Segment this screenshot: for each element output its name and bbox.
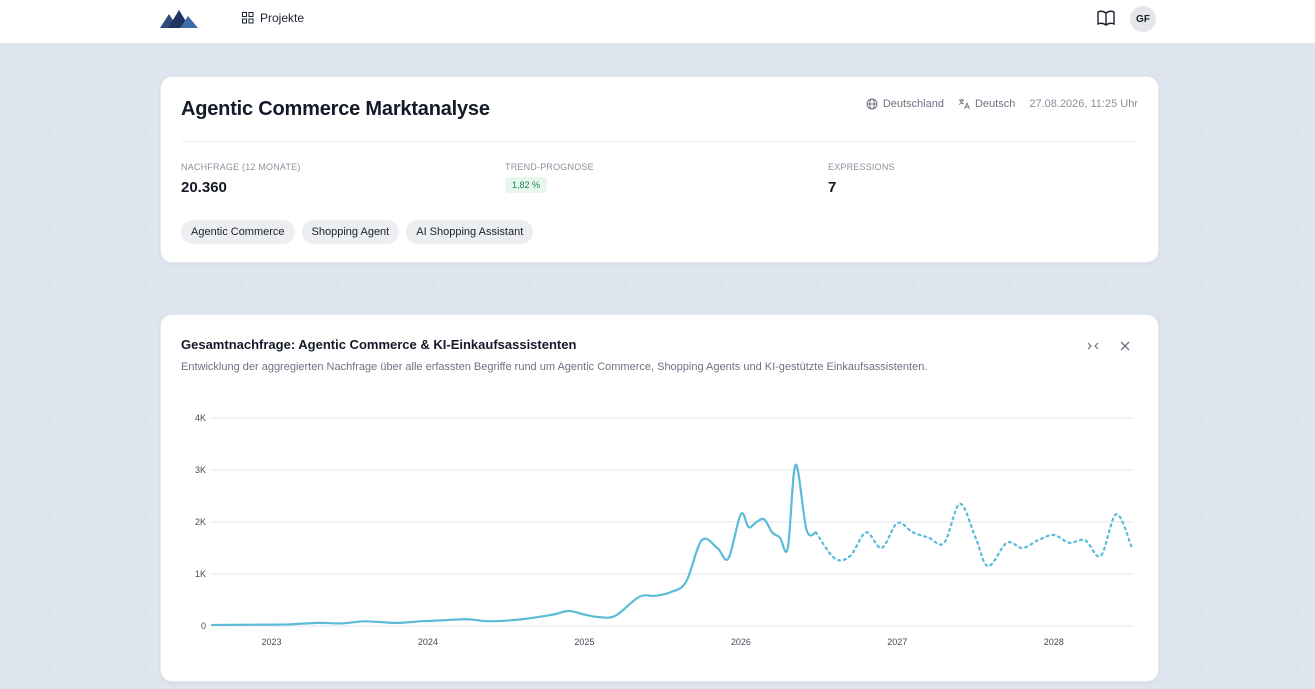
y-tick-label: 0 xyxy=(201,621,206,631)
background-plus-mark xyxy=(1292,664,1301,673)
background-plus-mark xyxy=(44,608,53,617)
background-plus-mark xyxy=(1196,664,1205,673)
y-tick-label: 2K xyxy=(195,517,206,527)
background-plus-mark xyxy=(1196,224,1205,233)
background-plus-mark xyxy=(524,280,533,289)
y-tick-label: 1K xyxy=(195,569,206,579)
background-plus-mark xyxy=(1292,280,1301,289)
background-plus-mark xyxy=(1196,512,1205,521)
background-plus-mark xyxy=(1196,280,1205,289)
close-icon xyxy=(1120,341,1130,351)
tag-shopping-agent[interactable]: Shopping Agent xyxy=(301,220,400,244)
actual-series-line xyxy=(210,463,818,627)
background-plus-mark xyxy=(1196,608,1205,617)
translate-icon xyxy=(958,99,970,110)
close-button[interactable] xyxy=(1118,339,1132,353)
background-plus-mark xyxy=(1292,512,1301,521)
background-plus-mark xyxy=(140,224,149,233)
background-plus-mark xyxy=(812,280,821,289)
user-avatar[interactable]: GF xyxy=(1130,6,1156,32)
background-plus-mark xyxy=(1004,280,1013,289)
stat-demand: NACHFRAGE (12 MONATE) 20.360 xyxy=(181,162,301,196)
x-tick-label: 2026 xyxy=(731,637,751,647)
stat-expressions-label: EXPRESSIONS xyxy=(828,162,895,172)
book-icon[interactable] xyxy=(1097,10,1115,26)
background-plus-mark xyxy=(140,608,149,617)
x-tick-label: 2027 xyxy=(887,637,907,647)
chart-title: Gesamtnachfrage: Agentic Commerce & KI-E… xyxy=(181,337,577,352)
chart-subtitle: Entwicklung der aggregierten Nachfrage ü… xyxy=(181,361,928,373)
trend-badge: 1,82 % xyxy=(505,177,548,193)
tag-ai-shopping-assistant[interactable]: AI Shopping Assistant xyxy=(406,220,534,244)
background-plus-mark xyxy=(140,416,149,425)
x-tick-label: 2028 xyxy=(1044,637,1064,647)
project-date: 27.08.2026, 11:25 Uhr xyxy=(1029,98,1138,110)
keyword-tags: Agentic Commerce Shopping Agent AI Shopp… xyxy=(181,220,534,244)
country-label: Deutschland xyxy=(882,98,944,110)
nav-projects-link[interactable]: Projekte xyxy=(242,11,304,25)
y-tick-label: 4K xyxy=(195,413,206,423)
collapse-button[interactable] xyxy=(1086,339,1100,353)
demand-chart-card: Gesamtnachfrage: Agentic Commerce & KI-E… xyxy=(160,314,1159,682)
grid-icon xyxy=(242,12,254,24)
background-plus-mark xyxy=(44,512,53,521)
forecast-series-line xyxy=(814,502,1134,568)
project-summary-card: Agentic Commerce Marktanalyse Deutschlan… xyxy=(160,76,1159,263)
nav-projects-label: Projekte xyxy=(260,11,305,25)
stat-trend: TREND-PROGNOSE 1,82 % xyxy=(505,162,594,193)
language-label: Deutsch xyxy=(974,98,1016,110)
language-meta: Deutsch xyxy=(958,98,1015,110)
background-plus-mark xyxy=(1292,608,1301,617)
background-plus-mark xyxy=(44,664,53,673)
x-tick-label: 2024 xyxy=(418,637,438,647)
stat-demand-label: NACHFRAGE (12 MONATE) xyxy=(181,162,301,172)
project-meta: Deutschland Deutsch 27.08.2026, 11:25 Uh… xyxy=(866,98,1138,110)
background-plus-mark xyxy=(44,224,53,233)
background-plus-mark xyxy=(428,280,437,289)
stat-demand-value: 20.360 xyxy=(181,179,227,196)
x-tick-label: 2023 xyxy=(261,637,281,647)
background-plus-mark xyxy=(1292,224,1301,233)
collapse-arrows-icon xyxy=(1087,342,1099,350)
demand-line-chart: 0 1K 2K 3K 4K 2023 2024 2025 2026 2027 2028 xyxy=(195,413,1134,647)
country-meta: Deutschland xyxy=(866,98,944,110)
stat-expressions-value: 7 xyxy=(828,179,837,196)
background-plus-mark xyxy=(44,416,53,425)
background-plus-mark xyxy=(1292,416,1301,425)
background-plus-mark xyxy=(44,280,53,289)
background-plus-mark xyxy=(716,280,725,289)
background-plus-mark xyxy=(140,512,149,521)
globe-icon xyxy=(866,98,878,110)
background-plus-mark xyxy=(140,664,149,673)
chart-actions xyxy=(1086,339,1132,353)
x-tick-label: 2025 xyxy=(574,637,594,647)
stat-expressions: EXPRESSIONS 7 xyxy=(828,162,895,196)
mountain-logo-icon[interactable] xyxy=(160,8,198,28)
background-plus-mark xyxy=(1196,416,1205,425)
background-plus-mark xyxy=(1196,128,1205,137)
background-plus-mark xyxy=(620,280,629,289)
project-title: Agentic Commerce Marktanalyse xyxy=(181,98,490,120)
card-divider xyxy=(181,141,1138,142)
top-navigation-bar: Projekte GF xyxy=(0,0,1315,44)
tag-agentic-commerce[interactable]: Agentic Commerce xyxy=(181,220,295,244)
background-plus-mark xyxy=(908,280,917,289)
background-plus-mark xyxy=(1100,280,1109,289)
background-plus-mark xyxy=(140,280,149,289)
y-tick-label: 3K xyxy=(195,465,206,475)
background-plus-mark xyxy=(140,128,149,137)
background-plus-mark xyxy=(236,280,245,289)
background-plus-mark xyxy=(1292,128,1301,137)
background-plus-mark xyxy=(44,128,53,137)
background-plus-mark xyxy=(332,280,341,289)
stat-trend-label: TREND-PROGNOSE xyxy=(505,162,594,172)
